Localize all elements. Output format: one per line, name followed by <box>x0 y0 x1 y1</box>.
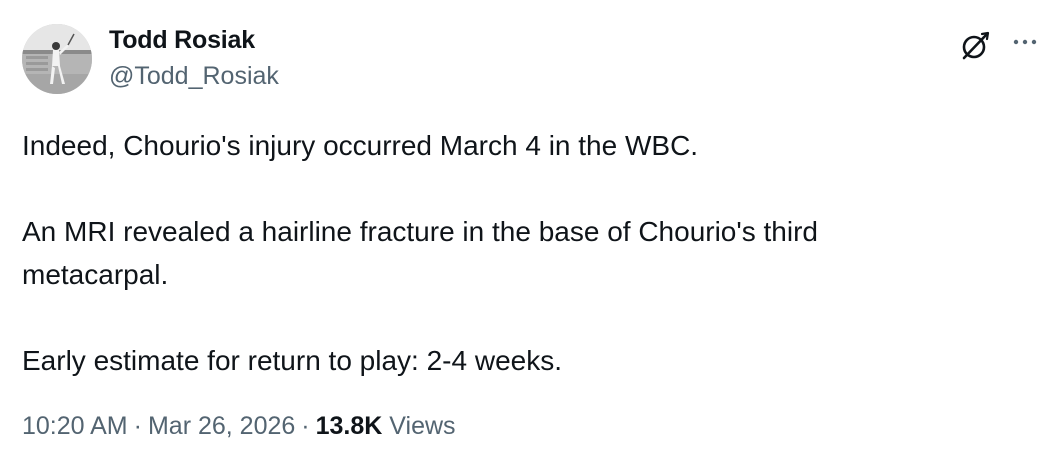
avatar-photo <box>22 24 92 94</box>
grok-icon[interactable] <box>958 29 992 63</box>
views-count: 13.8K <box>315 412 383 440</box>
views-link[interactable]: 13.8K Views <box>316 412 456 440</box>
author-handle[interactable]: @Todd_Rosiak <box>109 62 279 91</box>
avatar[interactable] <box>22 24 92 94</box>
tweet-time: 10:20 AM <box>22 412 128 440</box>
tweet-paragraph: Indeed, Chourio's injury occurred March … <box>22 130 699 161</box>
grok-icon-glyph <box>962 31 990 60</box>
tweet-text: Indeed, Chourio's injury occurred March … <box>22 124 1022 382</box>
tweet-paragraph: An MRI revealed a hairline fracture in t… <box>22 216 818 290</box>
meta-separator: · <box>301 412 310 440</box>
views-label: Views <box>389 412 456 440</box>
tweet-metadata: 10:20 AM · Mar 26, 2026 · 13.8K Views <box>22 412 456 441</box>
tweet-paragraph: Early estimate for return to play: 2-4 w… <box>22 345 562 376</box>
more-icon-glyph <box>1013 39 1037 45</box>
tweet-timestamp[interactable]: 10:20 AM · Mar 26, 2026 <box>22 412 295 440</box>
more-icon[interactable] <box>1012 30 1038 54</box>
tweet-date: Mar 26, 2026 <box>147 412 296 440</box>
tweet-card: Todd Rosiak @Todd_Rosiak Indeed, Chourio… <box>0 0 1056 468</box>
author-display-name[interactable]: Todd Rosiak <box>109 26 255 55</box>
meta-separator: · <box>133 412 142 440</box>
